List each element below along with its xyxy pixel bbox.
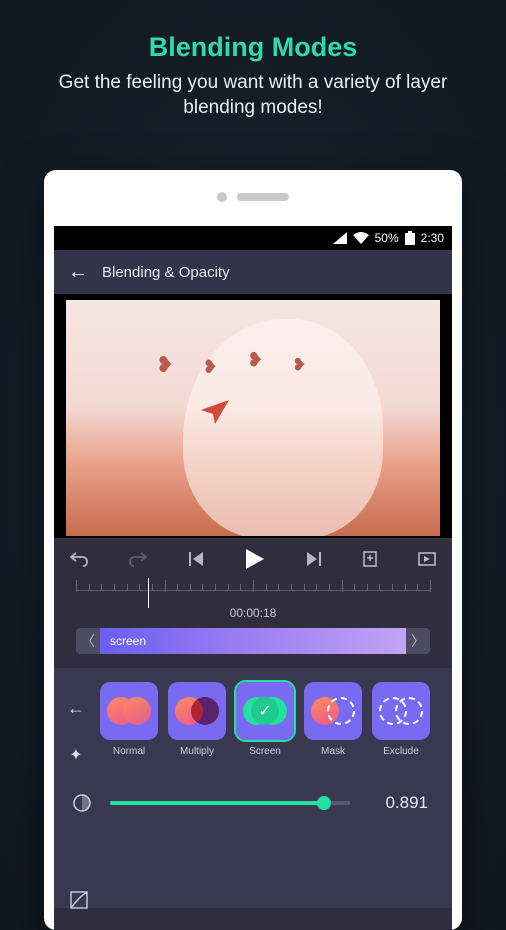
mode-screen[interactable]: ✓Screen [236,682,294,757]
loop-button[interactable] [418,551,436,567]
battery-icon [405,231,415,245]
opacity-value: 0.891 [364,793,428,813]
clip-label: screen [110,634,146,648]
mode-label: Normal [100,746,158,757]
back-button[interactable]: ← [68,262,88,282]
device-speaker [217,192,289,202]
panel-back-button[interactable]: ← [67,698,85,719]
timecode: 00:00:18 [54,602,452,628]
app-header: ← Blending & Opacity [54,250,452,294]
mode-label: Mask [304,746,362,757]
bird-icon: ❥ [246,348,263,371]
clock: 2:30 [421,231,444,245]
opacity-icon [68,793,96,813]
play-button[interactable] [246,549,264,569]
signal-icon [333,232,347,244]
undo-button[interactable] [70,551,88,567]
mode-list: Normal Multiply ✓Screen Mask Exclude [100,682,442,757]
mode-mask[interactable]: Mask [304,682,362,757]
wifi-icon [353,232,369,244]
clip[interactable]: screen [100,628,406,654]
bird-icon: ❥ [202,356,218,378]
preview-area: ❥ ❥ ❥ ❥ [54,294,452,538]
mode-exclude[interactable]: Exclude [372,682,430,757]
mode-normal[interactable]: Normal [100,682,158,757]
redo-button[interactable] [129,551,147,567]
prev-frame-button[interactable] [189,552,205,566]
nudge-right-button[interactable]: 〉 [406,628,430,654]
blend-modes-panel: ← ✦ Normal Multiply ✓Screen Mask Exclude 0.8… [54,668,452,908]
playback-controls [54,538,452,580]
crop-transform-icon[interactable] [68,889,90,916]
nudge-left-button[interactable]: 〈 [76,628,100,654]
device-frame: 50% 2:30 ← Blending & Opacity ❥ ❥ ❥ ❥ [44,170,462,930]
bookmark-button[interactable] [363,551,377,567]
app-screen: 50% 2:30 ← Blending & Opacity ❥ ❥ ❥ ❥ [54,226,452,930]
mode-label: Screen [236,746,294,757]
header-title: Blending & Opacity [102,264,230,281]
promo-title: Blending Modes [0,0,506,63]
opacity-slider[interactable] [110,801,350,805]
mode-label: Exclude [372,746,430,757]
bird-icon: ❥ [156,352,174,378]
mode-multiply[interactable]: Multiply [168,682,226,757]
playhead[interactable] [148,578,149,608]
slider-knob[interactable] [317,796,331,810]
next-frame-button[interactable] [305,552,321,566]
mode-label: Multiply [168,746,226,757]
bird-icon: ❥ [292,355,307,376]
promo-subtitle: Get the feeling you want with a variety … [0,63,506,120]
battery-percent: 50% [375,231,399,245]
timeline-ruler[interactable] [76,580,430,602]
keyframe-sparkle-icon[interactable]: ✦ [69,745,82,765]
preview-image: ❥ ❥ ❥ ❥ [66,300,440,536]
paper-plane-icon [201,399,229,431]
status-bar: 50% 2:30 [54,226,452,250]
clip-row: 〈 screen 〉 [54,628,452,668]
